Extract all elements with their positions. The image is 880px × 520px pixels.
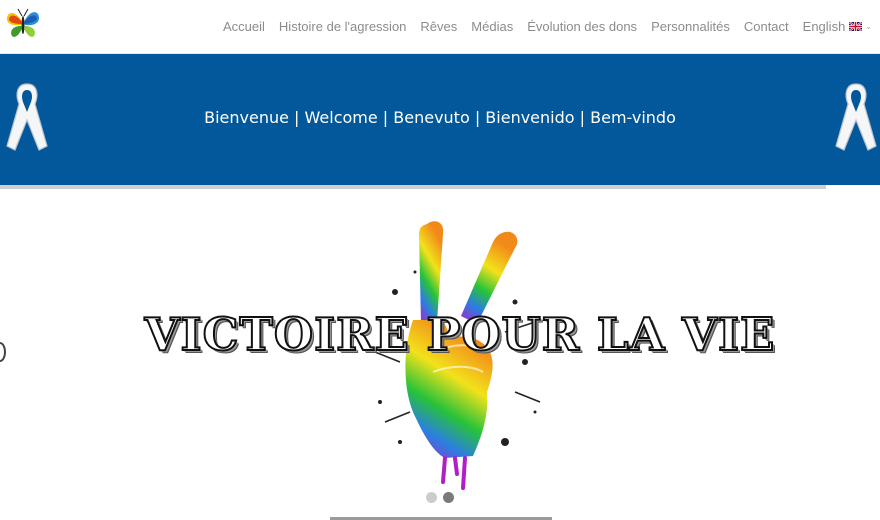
nav-item-accueil[interactable]: Accueil (216, 19, 272, 34)
welcome-banner: Bienvenue | Welcome | Benevuto | Bienven… (0, 54, 880, 185)
banner-divider (0, 185, 826, 189)
language-label: English (802, 19, 846, 34)
slider-dot-1[interactable] (426, 492, 437, 503)
site-header: Accueil Histoire de l'agression Rêves Mé… (0, 0, 880, 54)
main-nav: Accueil Histoire de l'agression Rêves Mé… (216, 0, 872, 53)
nav-item-reves[interactable]: Rêves (413, 19, 464, 34)
nav-item-medias[interactable]: Médias (464, 19, 520, 34)
hero-slider: VICTOIRE POUR LA VIE (0, 190, 880, 520)
slider-prev-arrow[interactable] (0, 342, 6, 362)
chevron-down-icon: ⌄ (865, 22, 872, 31)
slide-title: VICTOIRE POUR LA VIE (144, 307, 776, 362)
slider-dot-2[interactable] (443, 492, 454, 503)
language-switcher[interactable]: English ⌄ (796, 19, 872, 34)
nav-item-evolution-dons[interactable]: Évolution des dons (520, 19, 644, 34)
slider-dots (426, 492, 454, 503)
nav-item-personnalites[interactable]: Personnalités (644, 19, 737, 34)
butterfly-icon[interactable] (4, 6, 42, 42)
uk-flag-icon (849, 22, 863, 31)
page: Accueil Histoire de l'agression Rêves Mé… (0, 0, 880, 520)
welcome-text: Bienvenue | Welcome | Benevuto | Bienven… (204, 108, 676, 127)
nav-item-histoire[interactable]: Histoire de l'agression (272, 19, 414, 34)
nav-item-contact[interactable]: Contact (737, 19, 796, 34)
